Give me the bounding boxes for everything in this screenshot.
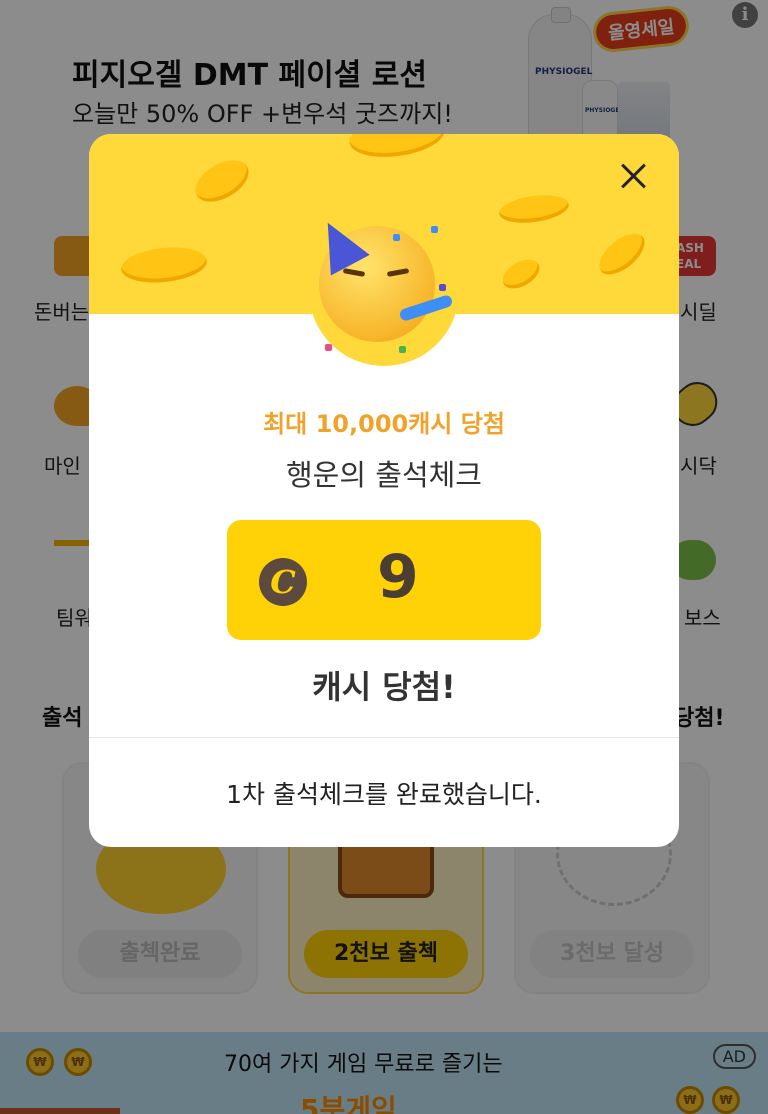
- coin-decoration: [188, 151, 256, 211]
- confetti: [431, 226, 438, 233]
- cash-coin-icon: C: [259, 558, 307, 606]
- reward-amount-box: C 9: [227, 520, 541, 640]
- reward-amount: 9: [377, 542, 419, 612]
- confetti: [439, 284, 446, 291]
- modal-title: 행운의 출석체크: [286, 458, 482, 492]
- confetti: [399, 346, 406, 353]
- coin-decoration: [497, 191, 571, 227]
- close-button[interactable]: [613, 156, 653, 196]
- attendance-result-modal: 최대 10,000캐시 당첨 행운의 출석체크 C 9 캐시 당첨! 1차 출석…: [89, 134, 679, 847]
- coin-decoration: [346, 134, 448, 163]
- divider: [89, 737, 679, 738]
- win-message: 캐시 당첨!: [312, 668, 456, 706]
- confetti: [393, 234, 400, 241]
- coin-decoration: [497, 253, 545, 295]
- completion-message: 1차 출석체크를 완료했습니다.: [226, 780, 542, 809]
- max-prize-caption: 최대 10,000캐시 당첨: [263, 410, 505, 438]
- coin-decoration: [592, 225, 652, 283]
- coin-decoration: [119, 243, 209, 287]
- confetti: [325, 344, 332, 351]
